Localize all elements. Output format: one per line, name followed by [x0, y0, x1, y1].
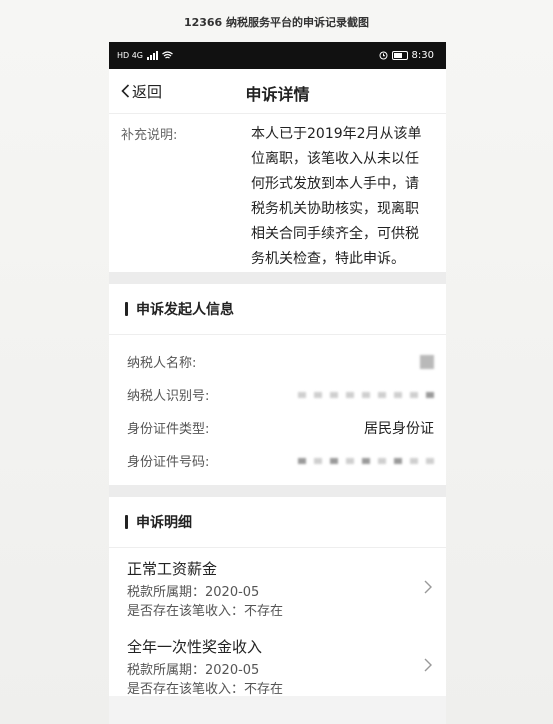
chevron-left-icon [121, 84, 130, 98]
chevron-right-icon [424, 658, 432, 672]
field-taxpayer-name: 纳税人名称: [109, 345, 446, 378]
phone-screen: HD 4G 8:30 返回 申诉详情 补充说明: 本人已于2019年2月从该单位… [109, 42, 446, 724]
status-bar: HD 4G 8:30 [109, 42, 446, 69]
field-id-number: 身份证件号码: [109, 444, 446, 477]
alarm-icon [379, 51, 388, 60]
scan-page: 12366 纳税服务平台的申诉记录截图 HD 4G 8:30 返回 申诉详情 补… [0, 0, 553, 724]
supplement-label: 补充说明: [121, 128, 178, 143]
bottom-band [109, 696, 446, 724]
details-section-title: 申诉明细 [109, 497, 446, 548]
network-label: HD 4G [117, 51, 144, 60]
redacted-value [298, 457, 434, 464]
detail-item-salary[interactable]: 正常工资薪金 税款所属期：2020-05 是否存在该笔收入：不存在 [109, 548, 446, 626]
nav-bar: 返回 申诉详情 [109, 69, 446, 114]
supplement-text: 本人已于2019年2月从该单位离职，该笔收入从未以任何形式发放到本人手中，请税务… [251, 126, 422, 267]
section-marker [125, 302, 128, 316]
redacted-value [420, 354, 434, 369]
section-divider [109, 485, 446, 497]
chevron-right-icon [424, 580, 432, 594]
section-divider [109, 272, 446, 284]
wifi-icon [162, 51, 173, 59]
signal-icon [147, 51, 159, 60]
section-marker [125, 515, 128, 529]
document-caption: 12366 纳税服务平台的申诉记录截图 [183, 16, 370, 29]
back-label: 返回 [132, 82, 163, 101]
clock: 8:30 [411, 50, 434, 61]
detail-item-bonus[interactable]: 全年一次性奖金收入 税款所属期：2020-05 是否存在该笔收入：不存在 [109, 626, 446, 704]
back-button[interactable]: 返回 [121, 69, 162, 113]
redacted-value [298, 391, 434, 398]
battery-icon [391, 51, 408, 60]
initiator-section-title: 申诉发起人信息 [109, 284, 446, 335]
field-id-type: 身份证件类型: 居民身份证 [127, 420, 434, 438]
supplement-row: 补充说明: 本人已于2019年2月从该单位离职，该笔收入从未以任何形式发放到本人… [109, 114, 446, 272]
field-taxpayer-id: 纳税人识别号: [109, 378, 446, 411]
